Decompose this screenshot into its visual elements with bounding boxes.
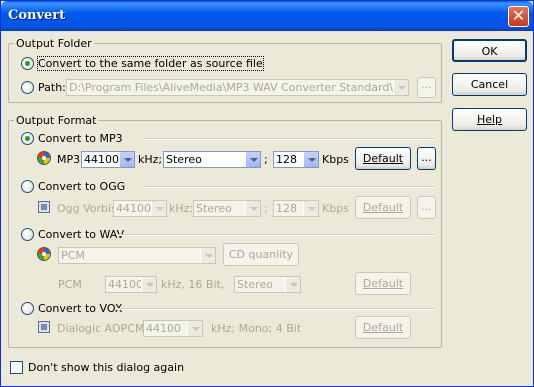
output-folder-title: Output Folder [14,37,94,50]
chevron-down-icon [151,201,166,216]
path-combo[interactable]: D:\Program Files\AliveMedia\MP3 WAV Conv… [66,79,409,96]
wav-default-label: Default [362,277,404,290]
ogg-radio-label[interactable]: Convert to OGG [38,180,125,193]
mp3-radio-label[interactable]: Convert to MP3 [38,132,123,145]
mp3-default-button[interactable]: Default [355,147,411,170]
mp3-bitrate-unit: Kbps [322,153,349,166]
chevron-down-icon [187,321,202,336]
ogg-codec-icon [38,201,50,213]
wav-rate-unit: kHz, 16 Bit, [161,278,225,291]
mp3-sep: ; [264,153,268,166]
path-radio[interactable] [21,81,34,94]
cd-quality-button[interactable]: CD quanlity [223,243,299,266]
chevron-down-icon [303,152,318,167]
cd-quality-label: CD quanlity [228,248,294,261]
mp3-channels-value: Stereo [166,153,202,166]
cancel-label: Cancel [470,78,509,91]
ogg-rate-combo[interactable]: 44100 [113,200,167,217]
chevron-down-icon [200,248,215,263]
mp3-channels-combo[interactable]: Stereo [163,151,261,168]
mp3-format-name: MP3 [57,153,81,166]
ogg-bitrate-unit: Kbps [322,202,349,215]
vox-format-name: Dialogic ADPCM [57,322,145,335]
ok-label: OK [481,45,498,58]
ogg-more-label: ... [421,200,432,213]
ogg-format-name: Ogg Vorbis [57,202,117,215]
dont-show-label[interactable]: Don't show this dialog again [28,361,184,374]
path-browse-button[interactable]: ... [417,77,436,98]
ogg-default-label: Default [362,201,404,214]
vox-separator [117,308,435,310]
chevron-down-icon [245,201,260,216]
same-folder-label[interactable]: Convert to the same folder as source fil… [37,56,264,71]
mp3-more-label: ... [421,151,432,164]
output-format-title: Output Format [14,114,99,127]
mp3-separator [143,138,435,140]
chevron-down-icon [393,80,408,95]
ogg-separator [143,186,435,188]
wav-separator [118,234,435,236]
vox-default-button[interactable]: Default [355,316,411,339]
mp3-rate-value: 44100 [84,153,119,166]
ogg-rate-unit: kHz; [169,202,194,215]
ogg-rate-value: 44100 [116,202,151,215]
ogg-channels-combo[interactable]: Stereo [193,200,261,217]
ogg-default-button[interactable]: Default [355,196,411,219]
wav-rate-value: 44100 [108,278,143,291]
vox-rate-combo[interactable]: 44100 [143,320,203,337]
help-button[interactable]: Help [452,108,527,131]
vox-details: kHz; Mono; 4 Bit [211,322,302,335]
mp3-rate-combo[interactable]: 44100 [81,151,135,168]
chevron-down-icon [245,152,260,167]
wav-default-button[interactable]: Default [355,272,411,295]
convert-dialog: Convert ✕ Output Folder Convert to the s… [0,0,534,387]
wav-codec-combo[interactable]: PCM [58,247,216,264]
mp3-rate-unit: kHz; [138,153,163,166]
close-icon: ✕ [511,6,526,25]
ogg-bitrate-combo[interactable]: 128 [273,200,319,217]
wav-pcm-label: PCM [58,278,82,291]
dont-show-checkbox[interactable] [10,361,23,374]
path-value: D:\Program Files\AliveMedia\MP3 WAV Conv… [69,81,394,94]
wav-channels-combo[interactable]: Stereo [234,276,301,293]
wav-codec-icon [37,247,51,261]
ogg-bitrate-value: 128 [276,202,297,215]
wav-radio-label[interactable]: Convert to WAV [38,228,124,241]
browse-label: ... [421,78,432,91]
wav-codec-value: PCM [61,249,85,262]
vox-default-label: Default [362,321,404,334]
mp3-bitrate-value: 128 [276,153,297,166]
vox-radio[interactable] [21,302,34,315]
ogg-sep: ; [264,202,268,215]
chevron-down-icon [119,152,134,167]
ok-button[interactable]: OK [452,39,527,62]
vox-radio-label[interactable]: Convert to VOX [38,302,122,315]
ogg-channels-value: Stereo [196,202,232,215]
mp3-bitrate-combo[interactable]: 128 [273,151,319,168]
mp3-radio[interactable] [21,132,34,145]
wav-channels-value: Stereo [237,278,273,291]
title-bar[interactable]: Convert ✕ [1,1,533,31]
chevron-down-icon [285,277,300,292]
mp3-more-button[interactable]: ... [417,147,436,170]
vox-rate-value: 44100 [146,322,181,335]
cancel-button[interactable]: Cancel [452,73,527,96]
ogg-radio[interactable] [21,180,34,193]
path-label: Path: [38,81,66,94]
chevron-down-icon [141,277,156,292]
window-title: Convert [8,8,66,23]
wav-radio[interactable] [21,228,34,241]
chevron-down-icon [303,201,318,216]
mp3-codec-icon [37,151,51,165]
wav-rate-combo[interactable]: 44100 [105,276,157,293]
ogg-more-button[interactable]: ... [417,196,436,219]
mp3-default-label: Default [362,152,404,165]
vox-codec-icon [38,321,50,333]
close-button[interactable]: ✕ [508,6,529,27]
help-label: Help [476,113,503,126]
same-folder-radio[interactable] [21,57,34,70]
